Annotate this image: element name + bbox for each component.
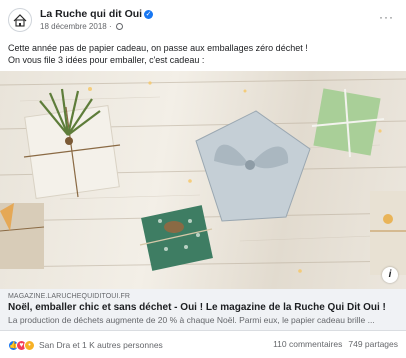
- link-domain: MAGAZINE.LARUCHEQUIDITOUI.FR: [8, 293, 131, 300]
- post-footer: 👍 ♥ • San Dra et 1 K autres personnes 11…: [8, 339, 398, 353]
- page-name-text[interactable]: La Ruche qui dit Oui: [40, 8, 142, 20]
- comments-count[interactable]: 110 commentaires: [273, 339, 342, 349]
- globe-icon: [115, 23, 123, 30]
- home-logo-icon: [13, 14, 27, 27]
- post-header: La Ruche qui dit Oui ✓ 18 décembre 2018 ·…: [8, 8, 398, 36]
- post-text-line: Cette année pas de papier cadeau, on pas…: [8, 43, 308, 53]
- shares-count[interactable]: 749 partages: [348, 339, 398, 349]
- link-description: La production de déchets augmente de 20 …: [8, 315, 375, 325]
- page-name[interactable]: La Ruche qui dit Oui ✓: [40, 8, 154, 20]
- gift-furoshiki: [195, 110, 311, 222]
- verified-badge-icon: ✓: [144, 10, 154, 19]
- gift-pine: [23, 88, 121, 200]
- engagement-counts: 110 commentaires 749 partages: [273, 339, 398, 349]
- page-avatar[interactable]: [8, 8, 32, 32]
- reaction-summary[interactable]: 👍 ♥ • San Dra et 1 K autres personnes: [8, 339, 163, 351]
- gift-fabric-left: [0, 203, 45, 269]
- more-options-icon[interactable]: ···: [379, 10, 394, 24]
- link-preview[interactable]: MAGAZINE.LARUCHEQUIDITOUI.FR Noël, embal…: [0, 289, 406, 331]
- facebook-post: La Ruche qui dit Oui ✓ 18 décembre 2018 ·…: [0, 0, 406, 358]
- gift-wrapping-photo: [0, 78, 406, 275]
- wow-reaction-icon: •: [24, 339, 35, 351]
- info-icon[interactable]: i: [382, 267, 398, 283]
- link-title[interactable]: Noël, emballer chic et sans déchet - Oui…: [8, 302, 398, 313]
- reaction-names[interactable]: San Dra et 1 K autres personnes: [39, 340, 163, 350]
- post-text-line: On vous file 3 idées pour emballer, c'es…: [8, 55, 205, 65]
- gift-green: [311, 88, 385, 158]
- post-image[interactable]: i: [0, 71, 406, 289]
- post-timestamp[interactable]: 18 décembre 2018 ·: [40, 22, 123, 31]
- gift-right: [370, 191, 406, 275]
- post-date[interactable]: 18 décembre 2018 ·: [40, 22, 114, 31]
- post-text: Cette année pas de papier cadeau, on pas…: [8, 42, 398, 66]
- gift-pattern: [139, 205, 213, 271]
